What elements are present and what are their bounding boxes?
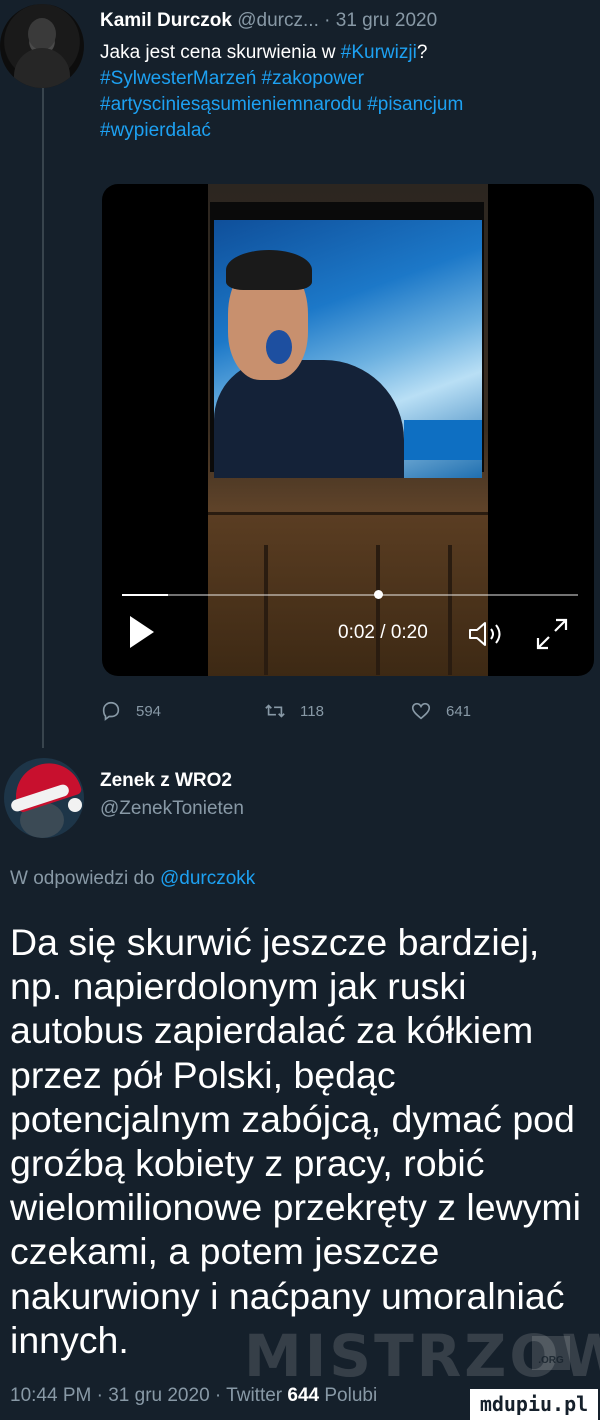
tv-screen [214,220,482,478]
tweet-text-q: ? [416,42,428,63]
reply-text: Da się skurwić jeszcze bardziej, np. nap… [10,921,581,1361]
retweet-action[interactable]: 118 [264,700,324,722]
avatar-body [14,48,70,88]
author-handle[interactable]: @durcz... [237,10,319,31]
progress-fill [122,594,168,596]
retweet-icon [265,704,285,718]
tweet-actions: 594 118 641 [100,700,570,730]
footer-time[interactable]: 10:44 PM · 31 gru 2020 · Twitter [10,1385,287,1406]
volume-icon[interactable] [468,620,508,648]
tweet-text-prefix: Jaka jest cena skurwienia w [100,42,341,63]
footer-like-count[interactable]: 644 [287,1385,319,1406]
cabinet-line [448,545,452,675]
replying-to-prefix: W odpowiedzi do [10,868,160,889]
tv-set [210,202,484,478]
retweet-count: 118 [300,702,324,720]
cabinet-line [376,545,380,675]
video-frame [208,184,488,676]
author-avatar[interactable] [0,4,84,88]
tweet-date[interactable]: · 31 gru 2020 [324,10,437,31]
like-action[interactable]: 641 [410,700,471,722]
author-name[interactable]: Kamil Durczok [100,10,232,31]
avatar-head [28,18,56,50]
replying-to-handle[interactable]: @durczokk [160,868,255,889]
singer-body [214,360,404,478]
heart-icon [411,702,431,720]
thread-line [42,88,44,748]
reply-author-name[interactable]: Zenek z WRO2 [100,770,244,792]
cabinet-line [264,545,268,675]
singer-hair [226,250,312,290]
replying-to: W odpowiedzi do @durczokk [10,868,255,890]
santa-hat-pom [68,798,82,812]
expand-icon[interactable] [534,616,570,652]
progress-handle[interactable] [374,590,383,599]
tv-ticker [404,420,482,460]
reply-author-handle[interactable]: @ZenekTonieten [100,798,244,820]
watermark-org: .ORG [532,1336,570,1370]
reply-author-avatar[interactable] [4,758,84,838]
footer-like-label[interactable]: Polubi [319,1385,377,1406]
video-timecode: 0:02 / 0:20 [338,622,428,643]
play-icon[interactable] [130,616,154,648]
hashtag-line[interactable]: #artysciniesąsumieniemnarodu #pisancjum [100,94,463,115]
reply-action[interactable]: 594 [100,700,161,722]
reply-count: 594 [136,702,162,720]
hashtag-line[interactable]: #wypierdalać [100,120,211,141]
tweet-text: Jaka jest cena skurwienia w #Kurwizji? #… [100,40,570,144]
tweet-header: Kamil Durczok @durcz... · 31 gru 2020 [100,10,437,32]
hashtag-link[interactable]: #Kurwizji [341,42,417,63]
like-count: 641 [446,702,472,720]
video-player[interactable]: 0:02 / 0:20 [102,184,594,676]
reply-header: Zenek z WRO2 @ZenekTonieten [100,770,244,820]
progress-bar[interactable] [122,594,578,596]
reply-icon [102,701,120,721]
site-logo-badge: mdupiu.pl [470,1389,598,1420]
microphone [266,330,292,364]
reply-footer: 10:44 PM · 31 gru 2020 · Twitter 644 Pol… [10,1385,377,1407]
hashtag-line[interactable]: #SylwesterMarzeń #zakopower [100,68,364,89]
